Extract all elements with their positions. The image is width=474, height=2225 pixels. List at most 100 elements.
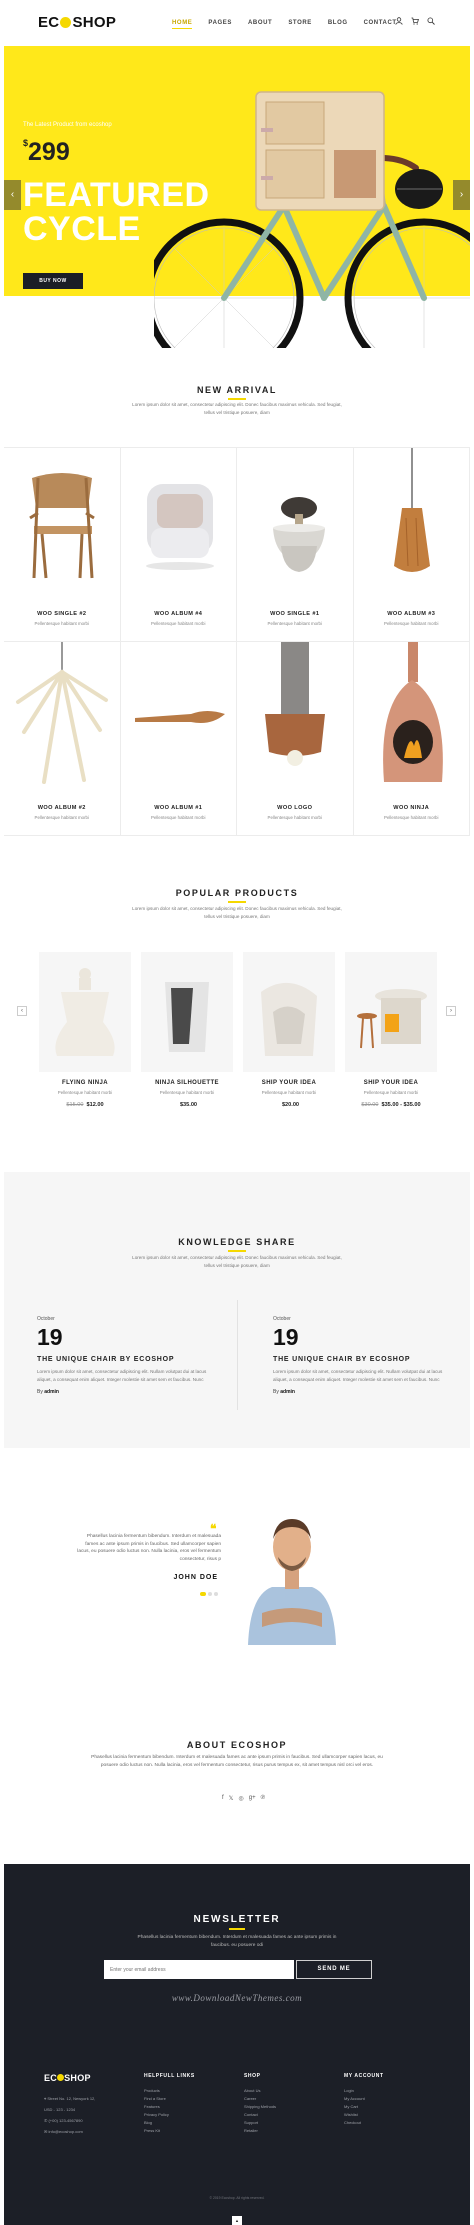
product-card[interactable]: WOO ALBUM #1 Pellentesque habitant morbi: [120, 642, 237, 836]
pinterest-icon[interactable]: ℗: [261, 1795, 265, 1802]
email-input[interactable]: [104, 1960, 294, 1979]
popular-product-card[interactable]: NINJA SILHOUETTE Pellentesque habitant m…: [141, 952, 233, 1127]
email[interactable]: ✉ info@ecoshop.com: [44, 2126, 95, 2137]
main-nav: HOME PAGES ABOUT STORE BLOG CONTACT: [172, 20, 413, 29]
footer-link[interactable]: Login: [344, 2087, 384, 2095]
footer-link[interactable]: Contact: [244, 2111, 276, 2119]
product-name[interactable]: WOO ALBUM #4: [121, 611, 237, 617]
product-card[interactable]: WOO ALBUM #4 Pellentesque habitant morbi: [120, 448, 237, 642]
product-name[interactable]: WOO ALBUM #2: [4, 805, 120, 811]
site-header: EC SHOP HOME PAGES ABOUT STORE BLOG CONTA…: [4, 0, 470, 46]
footer-link[interactable]: Wishlist: [344, 2111, 384, 2119]
product-card[interactable]: WOO ALBUM #3 Pellentesque habitant morbi: [353, 448, 470, 642]
product-image: [39, 952, 131, 1072]
product-name[interactable]: WOO SINGLE #1: [237, 611, 353, 617]
product-card[interactable]: WOO SINGLE #2 Pellentesque habitant morb…: [4, 448, 121, 642]
contact-info: ⌖ Street No. 12, Newyork 12, USD - 123 -…: [44, 2093, 95, 2137]
product-desc: Pellentesque habitant morbi: [57, 1090, 113, 1095]
product-desc: Pellentesque habitant morbi: [384, 621, 439, 626]
product-image: [237, 448, 353, 602]
testimonial-pager: [200, 1592, 218, 1596]
about-desc: Phasellus lacinia fermentum bibendum. In…: [91, 1755, 383, 1768]
popular-product-card[interactable]: SHIP YOUR IDEA Pellentesque habitant mor…: [345, 952, 437, 1127]
dribbble-icon[interactable]: ◎: [239, 1795, 244, 1802]
product-name[interactable]: FLYING NINJA: [39, 1080, 131, 1086]
product-image: [237, 642, 353, 796]
pager-dot[interactable]: [214, 1592, 218, 1596]
product-name[interactable]: SHIP YOUR IDEA: [243, 1080, 335, 1086]
footer-link[interactable]: Shipping Methods: [244, 2103, 276, 2111]
divider: [229, 1928, 245, 1930]
knowledge-desc: Lorem ipsum dolor sit amet, consectetur …: [132, 1255, 342, 1268]
pager-dot[interactable]: [200, 1592, 206, 1596]
post-month: October: [37, 1316, 55, 1322]
footer-link[interactable]: Support: [244, 2119, 276, 2127]
footer-link[interactable]: About Us: [244, 2087, 276, 2095]
twitter-icon[interactable]: 𝕏: [229, 1795, 234, 1802]
product-card[interactable]: WOO LOGO Pellentesque habitant morbi: [237, 642, 354, 836]
nav-about[interactable]: ABOUT: [248, 20, 272, 29]
blog-post: October 19 THE UNIQUE CHAIR BY ECOSHOP L…: [37, 1316, 217, 1395]
product-card[interactable]: WOO ALBUM #2 Pellentesque habitant morbi: [4, 642, 121, 836]
footer-link[interactable]: Products: [144, 2087, 195, 2095]
author-link[interactable]: admin: [280, 1389, 295, 1395]
nav-contact[interactable]: CONTACT: [364, 20, 397, 29]
carousel-prev-icon[interactable]: ‹: [17, 1006, 27, 1016]
footer-link[interactable]: Career: [244, 2095, 276, 2103]
product-name[interactable]: WOO ALBUM #3: [354, 611, 470, 617]
post-title[interactable]: THE UNIQUE CHAIR BY ECOSHOP: [37, 1356, 217, 1363]
testimonial-text: Phasellus lacinia fermentum bibendum. In…: [77, 1534, 221, 1562]
cart-icon[interactable]: [411, 17, 419, 27]
nav-home[interactable]: HOME: [172, 20, 193, 29]
post-title[interactable]: THE UNIQUE CHAIR BY ECOSHOP: [273, 1356, 453, 1363]
copyright: © 2019 Ecoshop. All rights reserved.: [209, 2196, 265, 2200]
pager-dot[interactable]: [208, 1592, 212, 1596]
product-image: [121, 448, 237, 602]
hero-title: FEATURED CYCLE: [23, 176, 210, 248]
footer-link[interactable]: Checkout: [344, 2119, 384, 2127]
footer-link[interactable]: My Cart: [344, 2103, 384, 2111]
product-image: [354, 642, 470, 796]
nav-pages[interactable]: PAGES: [208, 20, 232, 29]
about-title: ABOUT ECOSHOP: [186, 1740, 288, 1750]
send-me-button[interactable]: SEND ME: [296, 1960, 372, 1979]
footer-link[interactable]: Privacy Policy: [144, 2111, 195, 2119]
facebook-icon[interactable]: f: [222, 1795, 224, 1802]
footer-link[interactable]: Blog: [144, 2119, 195, 2127]
divider: [228, 901, 246, 903]
product-card[interactable]: WOO SINGLE #1 Pellentesque habitant morb…: [237, 448, 354, 642]
popular-product-card[interactable]: FLYING NINJA Pellentesque habitant morbi…: [39, 952, 131, 1127]
product-image: [4, 448, 120, 602]
logo[interactable]: EC SHOP: [38, 14, 116, 31]
search-icon[interactable]: [427, 17, 435, 27]
footer-link[interactable]: My Account: [344, 2095, 384, 2103]
user-icon[interactable]: [395, 17, 403, 27]
author-link[interactable]: admin: [44, 1389, 59, 1395]
footer-link[interactable]: Retailer: [244, 2127, 276, 2135]
post-month: October: [273, 1316, 291, 1322]
nav-store[interactable]: STORE: [288, 20, 312, 29]
product-name[interactable]: SHIP YOUR IDEA: [345, 1080, 437, 1086]
slider-next-icon[interactable]: ›: [453, 180, 470, 210]
slider-prev-icon[interactable]: ‹: [4, 180, 21, 210]
product-desc: Pellentesque habitant morbi: [34, 815, 89, 820]
google-plus-icon[interactable]: g+: [249, 1795, 256, 1802]
divider: [237, 1300, 238, 1410]
product-desc: Pellentesque habitant morbi: [363, 1090, 419, 1095]
product-card[interactable]: WOO NINJA Pellentesque habitant morbi: [353, 642, 470, 836]
footer-link[interactable]: Find a Store: [144, 2095, 195, 2103]
product-name[interactable]: WOO SINGLE #2: [4, 611, 120, 617]
carousel-next-icon[interactable]: ›: [446, 1006, 456, 1016]
address-line: USD - 123 - 1234: [44, 2107, 76, 2112]
product-name[interactable]: WOO NINJA: [354, 805, 470, 811]
product-name[interactable]: WOO LOGO: [237, 805, 353, 811]
product-name[interactable]: WOO ALBUM #1: [121, 805, 237, 811]
footer-link[interactable]: Press Kit: [144, 2127, 195, 2135]
buy-now-button[interactable]: BUY NOW: [23, 273, 83, 289]
popular-product-card[interactable]: SHIP YOUR IDEA Pellentesque habitant mor…: [243, 952, 335, 1127]
back-to-top-icon[interactable]: ▲: [232, 2216, 242, 2225]
product-name[interactable]: NINJA SILHOUETTE: [141, 1080, 233, 1086]
nav-blog[interactable]: BLOG: [328, 20, 348, 29]
footer-logo[interactable]: EC SHOP: [44, 2073, 91, 2083]
footer-link[interactable]: Features: [144, 2103, 195, 2111]
